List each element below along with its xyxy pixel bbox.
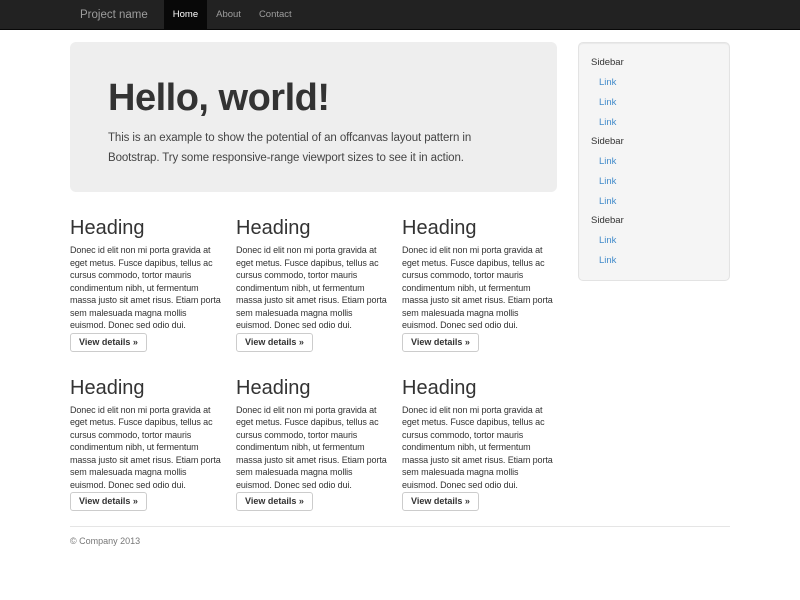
card-heading: Heading xyxy=(236,218,390,238)
jumbotron: Hello, world! This is an example to show… xyxy=(70,42,557,192)
sidebar-link[interactable]: Link xyxy=(591,112,717,132)
sidebar-link[interactable]: Link xyxy=(591,72,717,92)
view-details-button[interactable]: View details » xyxy=(70,333,147,352)
sidebar-link[interactable]: Link xyxy=(591,230,717,250)
page-container: Hello, world! This is an example to show… xyxy=(70,30,730,546)
sidebar-group-2: Sidebar Link Link Link xyxy=(591,132,717,211)
card-body-text: Donec id elit non mi porta gravida at eg… xyxy=(70,404,224,492)
nav-item-contact[interactable]: Contact xyxy=(250,0,301,30)
card-body-text: Donec id elit non mi porta gravida at eg… xyxy=(236,244,390,332)
cards-row-1: Heading Donec id elit non mi porta gravi… xyxy=(70,192,557,352)
offcanvas-row: Hello, world! This is an example to show… xyxy=(70,30,730,511)
card-heading: Heading xyxy=(402,378,556,398)
view-details-button[interactable]: View details » xyxy=(236,333,313,352)
card-body-text: Donec id elit non mi porta gravida at eg… xyxy=(236,404,390,492)
content-card: Heading Donec id elit non mi porta gravi… xyxy=(70,192,224,352)
view-details-button[interactable]: View details » xyxy=(236,492,313,511)
copyright-text: © Company 2013 xyxy=(70,536,730,546)
sidebar-group-title: Sidebar xyxy=(591,53,717,72)
sidebar-group-title: Sidebar xyxy=(591,211,717,230)
card-heading: Heading xyxy=(70,218,224,238)
content-card: Heading Donec id elit non mi porta gravi… xyxy=(236,352,390,512)
card-body-text: Donec id elit non mi porta gravida at eg… xyxy=(402,244,556,332)
sidebar-link[interactable]: Link xyxy=(591,250,717,270)
sidebar-group-title: Sidebar xyxy=(591,132,717,151)
jumbotron-description: This is an example to show the potential… xyxy=(108,128,519,168)
sidebar-well: Sidebar Link Link Link Sidebar Link Link… xyxy=(578,42,730,281)
nav-item-home[interactable]: Home xyxy=(164,0,207,30)
sidebar-column: Sidebar Link Link Link Sidebar Link Link… xyxy=(578,30,730,281)
card-heading: Heading xyxy=(402,218,556,238)
view-details-button[interactable]: View details » xyxy=(70,492,147,511)
content-card: Heading Donec id elit non mi porta gravi… xyxy=(70,352,224,512)
page-title: Hello, world! xyxy=(108,78,519,118)
view-details-button[interactable]: View details » xyxy=(402,492,479,511)
sidebar-group-1: Sidebar Link Link Link xyxy=(591,53,717,132)
content-card: Heading Donec id elit non mi porta gravi… xyxy=(236,192,390,352)
card-heading: Heading xyxy=(70,378,224,398)
card-body-text: Donec id elit non mi porta gravida at eg… xyxy=(402,404,556,492)
card-body-text: Donec id elit non mi porta gravida at eg… xyxy=(70,244,224,332)
content-card: Heading Donec id elit non mi porta gravi… xyxy=(402,352,556,512)
sidebar-link[interactable]: Link xyxy=(591,92,717,112)
view-details-button[interactable]: View details » xyxy=(402,333,479,352)
card-heading: Heading xyxy=(236,378,390,398)
navbar-menu: Home About Contact xyxy=(164,0,301,30)
sidebar-link[interactable]: Link xyxy=(591,171,717,191)
navbar-container: Project name Home About Contact xyxy=(70,0,730,30)
top-navbar: Project name Home About Contact xyxy=(0,0,800,30)
nav-item-about[interactable]: About xyxy=(207,0,250,30)
cards-row-2: Heading Donec id elit non mi porta gravi… xyxy=(70,352,557,512)
sidebar-link[interactable]: Link xyxy=(591,151,717,171)
sidebar-group-3: Sidebar Link Link xyxy=(591,211,717,270)
main-content-column: Hello, world! This is an example to show… xyxy=(70,30,557,511)
content-card: Heading Donec id elit non mi porta gravi… xyxy=(402,192,556,352)
sidebar-link[interactable]: Link xyxy=(591,191,717,211)
brand-link[interactable]: Project name xyxy=(70,0,158,30)
page-footer: © Company 2013 xyxy=(70,526,730,546)
footer-divider xyxy=(70,526,730,527)
